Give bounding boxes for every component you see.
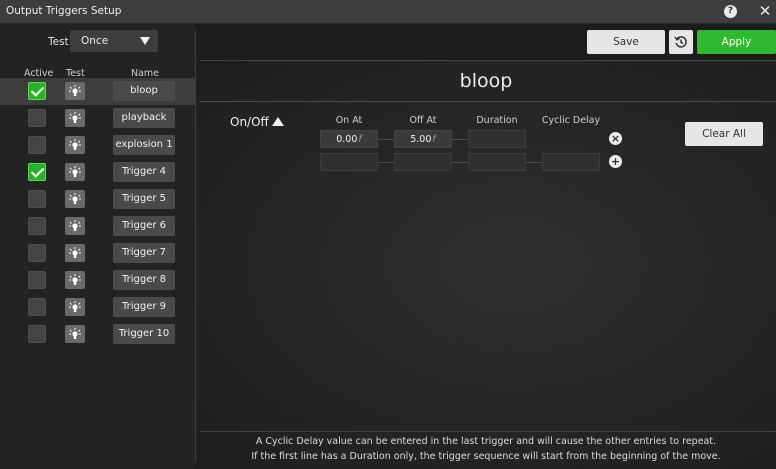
bulb-icon [69, 247, 81, 258]
active-checkbox[interactable] [28, 82, 46, 100]
active-checkbox[interactable] [28, 325, 46, 343]
test-bulb-button[interactable] [65, 109, 85, 127]
test-bulb-button[interactable] [65, 163, 85, 181]
help-note-line-2: If the first line has a Duration only, t… [251, 451, 721, 462]
active-checkbox[interactable] [28, 244, 46, 262]
test-bulb-button[interactable] [65, 82, 85, 100]
off-at-field[interactable]: 5.00f [394, 130, 452, 148]
test-mode-value: Once [81, 35, 109, 47]
on-at-unit: f [358, 134, 362, 145]
save-button[interactable]: Save [587, 30, 665, 54]
active-checkbox[interactable] [28, 136, 46, 154]
test-bulb-button[interactable] [65, 271, 85, 289]
active-checkbox[interactable] [28, 217, 46, 235]
trigger-title: bloop [459, 70, 513, 92]
trigger-row[interactable]: explosion 1 [0, 132, 195, 159]
trigger-row[interactable]: Trigger 6 [0, 213, 195, 240]
duration-field[interactable] [468, 130, 526, 148]
trigger-row[interactable]: Trigger 8 [0, 267, 195, 294]
bulb-icon [69, 139, 81, 150]
test-bulb-button[interactable] [65, 244, 85, 262]
trigger-row[interactable]: playback [0, 105, 195, 132]
caret-up-icon[interactable] [272, 117, 284, 126]
active-checkbox[interactable] [28, 190, 46, 208]
trigger-row[interactable]: bloop [0, 78, 195, 105]
trigger-name-button[interactable]: Trigger 5 [113, 189, 175, 209]
test-bulb-button[interactable] [65, 325, 85, 343]
active-checkbox[interactable] [28, 271, 46, 289]
active-checkbox[interactable] [28, 298, 46, 316]
trigger-row[interactable]: Trigger 7 [0, 240, 195, 267]
bulb-icon [69, 112, 81, 123]
column-header-cyclic-delay: Cyclic Delay [541, 115, 601, 126]
active-checkbox[interactable] [28, 163, 46, 181]
test-bulb-button[interactable] [65, 298, 85, 316]
cyclic-delay-field[interactable] [542, 153, 600, 171]
test-mode-label: Test [48, 36, 69, 48]
bulb-icon [69, 274, 81, 285]
trigger-name-button[interactable]: playback [113, 108, 175, 128]
field-connector [452, 162, 468, 163]
trigger-name-button[interactable]: Trigger 7 [113, 243, 175, 263]
footer-divider [200, 431, 776, 432]
trigger-row[interactable]: Trigger 10 [0, 321, 195, 348]
test-bulb-button[interactable] [65, 136, 85, 154]
clear-all-button[interactable]: Clear All [685, 122, 763, 146]
bulb-icon [69, 85, 81, 96]
help-note-line-1: A Cyclic Delay value can be entered in t… [255, 436, 717, 447]
bulb-icon [69, 220, 81, 231]
off-at-unit: f [432, 134, 436, 145]
test-bulb-button[interactable] [65, 217, 85, 235]
bulb-icon [69, 193, 81, 204]
column-header-duration: Duration [476, 115, 518, 126]
on-at-value: 0.00 [336, 134, 358, 145]
field-connector [378, 139, 394, 140]
mode-label[interactable]: On/Off [230, 115, 269, 129]
bulb-icon [69, 166, 81, 177]
trigger-name-button[interactable]: Trigger 4 [113, 162, 175, 182]
title-bar: Output Triggers Setup ? ✕ [0, 0, 776, 24]
test-bulb-button[interactable] [65, 190, 85, 208]
chevron-down-icon [140, 37, 150, 45]
active-checkbox[interactable] [28, 109, 46, 127]
close-icon[interactable]: ✕ [757, 2, 773, 20]
title-divider [200, 101, 776, 102]
window-title: Output Triggers Setup [6, 5, 122, 17]
column-header-on-at: On At [335, 115, 363, 126]
off-at-value: 5.00 [410, 134, 432, 145]
duration-field[interactable] [468, 153, 526, 171]
trigger-row[interactable]: Trigger 4 [0, 159, 195, 186]
field-connector [526, 162, 542, 163]
trigger-name-button[interactable]: Trigger 8 [113, 270, 175, 290]
trigger-name-button[interactable]: bloop [113, 81, 175, 101]
remove-row-icon[interactable]: × [609, 132, 622, 145]
trigger-name-button[interactable]: Trigger 9 [113, 297, 175, 317]
trigger-row[interactable]: Trigger 5 [0, 186, 195, 213]
trigger-name-button[interactable]: Trigger 10 [113, 324, 175, 344]
trigger-row[interactable]: Trigger 9 [0, 294, 195, 321]
bulb-icon [69, 301, 81, 312]
field-connector [452, 139, 468, 140]
trigger-name-button[interactable]: explosion 1 [113, 135, 175, 155]
history-icon [674, 36, 687, 48]
column-header-off-at: Off At [409, 115, 437, 126]
apply-button[interactable]: Apply [697, 30, 776, 54]
on-at-field[interactable]: 0.00f [320, 130, 378, 148]
bulb-icon [69, 328, 81, 339]
test-mode-select[interactable]: Once [70, 30, 158, 52]
history-button[interactable] [669, 30, 693, 54]
off-at-field[interactable] [394, 153, 452, 171]
add-row-icon[interactable]: + [609, 155, 622, 168]
on-at-field[interactable] [320, 153, 378, 171]
trigger-name-button[interactable]: Trigger 6 [113, 216, 175, 236]
field-connector [378, 162, 394, 163]
help-icon[interactable]: ? [724, 5, 737, 18]
